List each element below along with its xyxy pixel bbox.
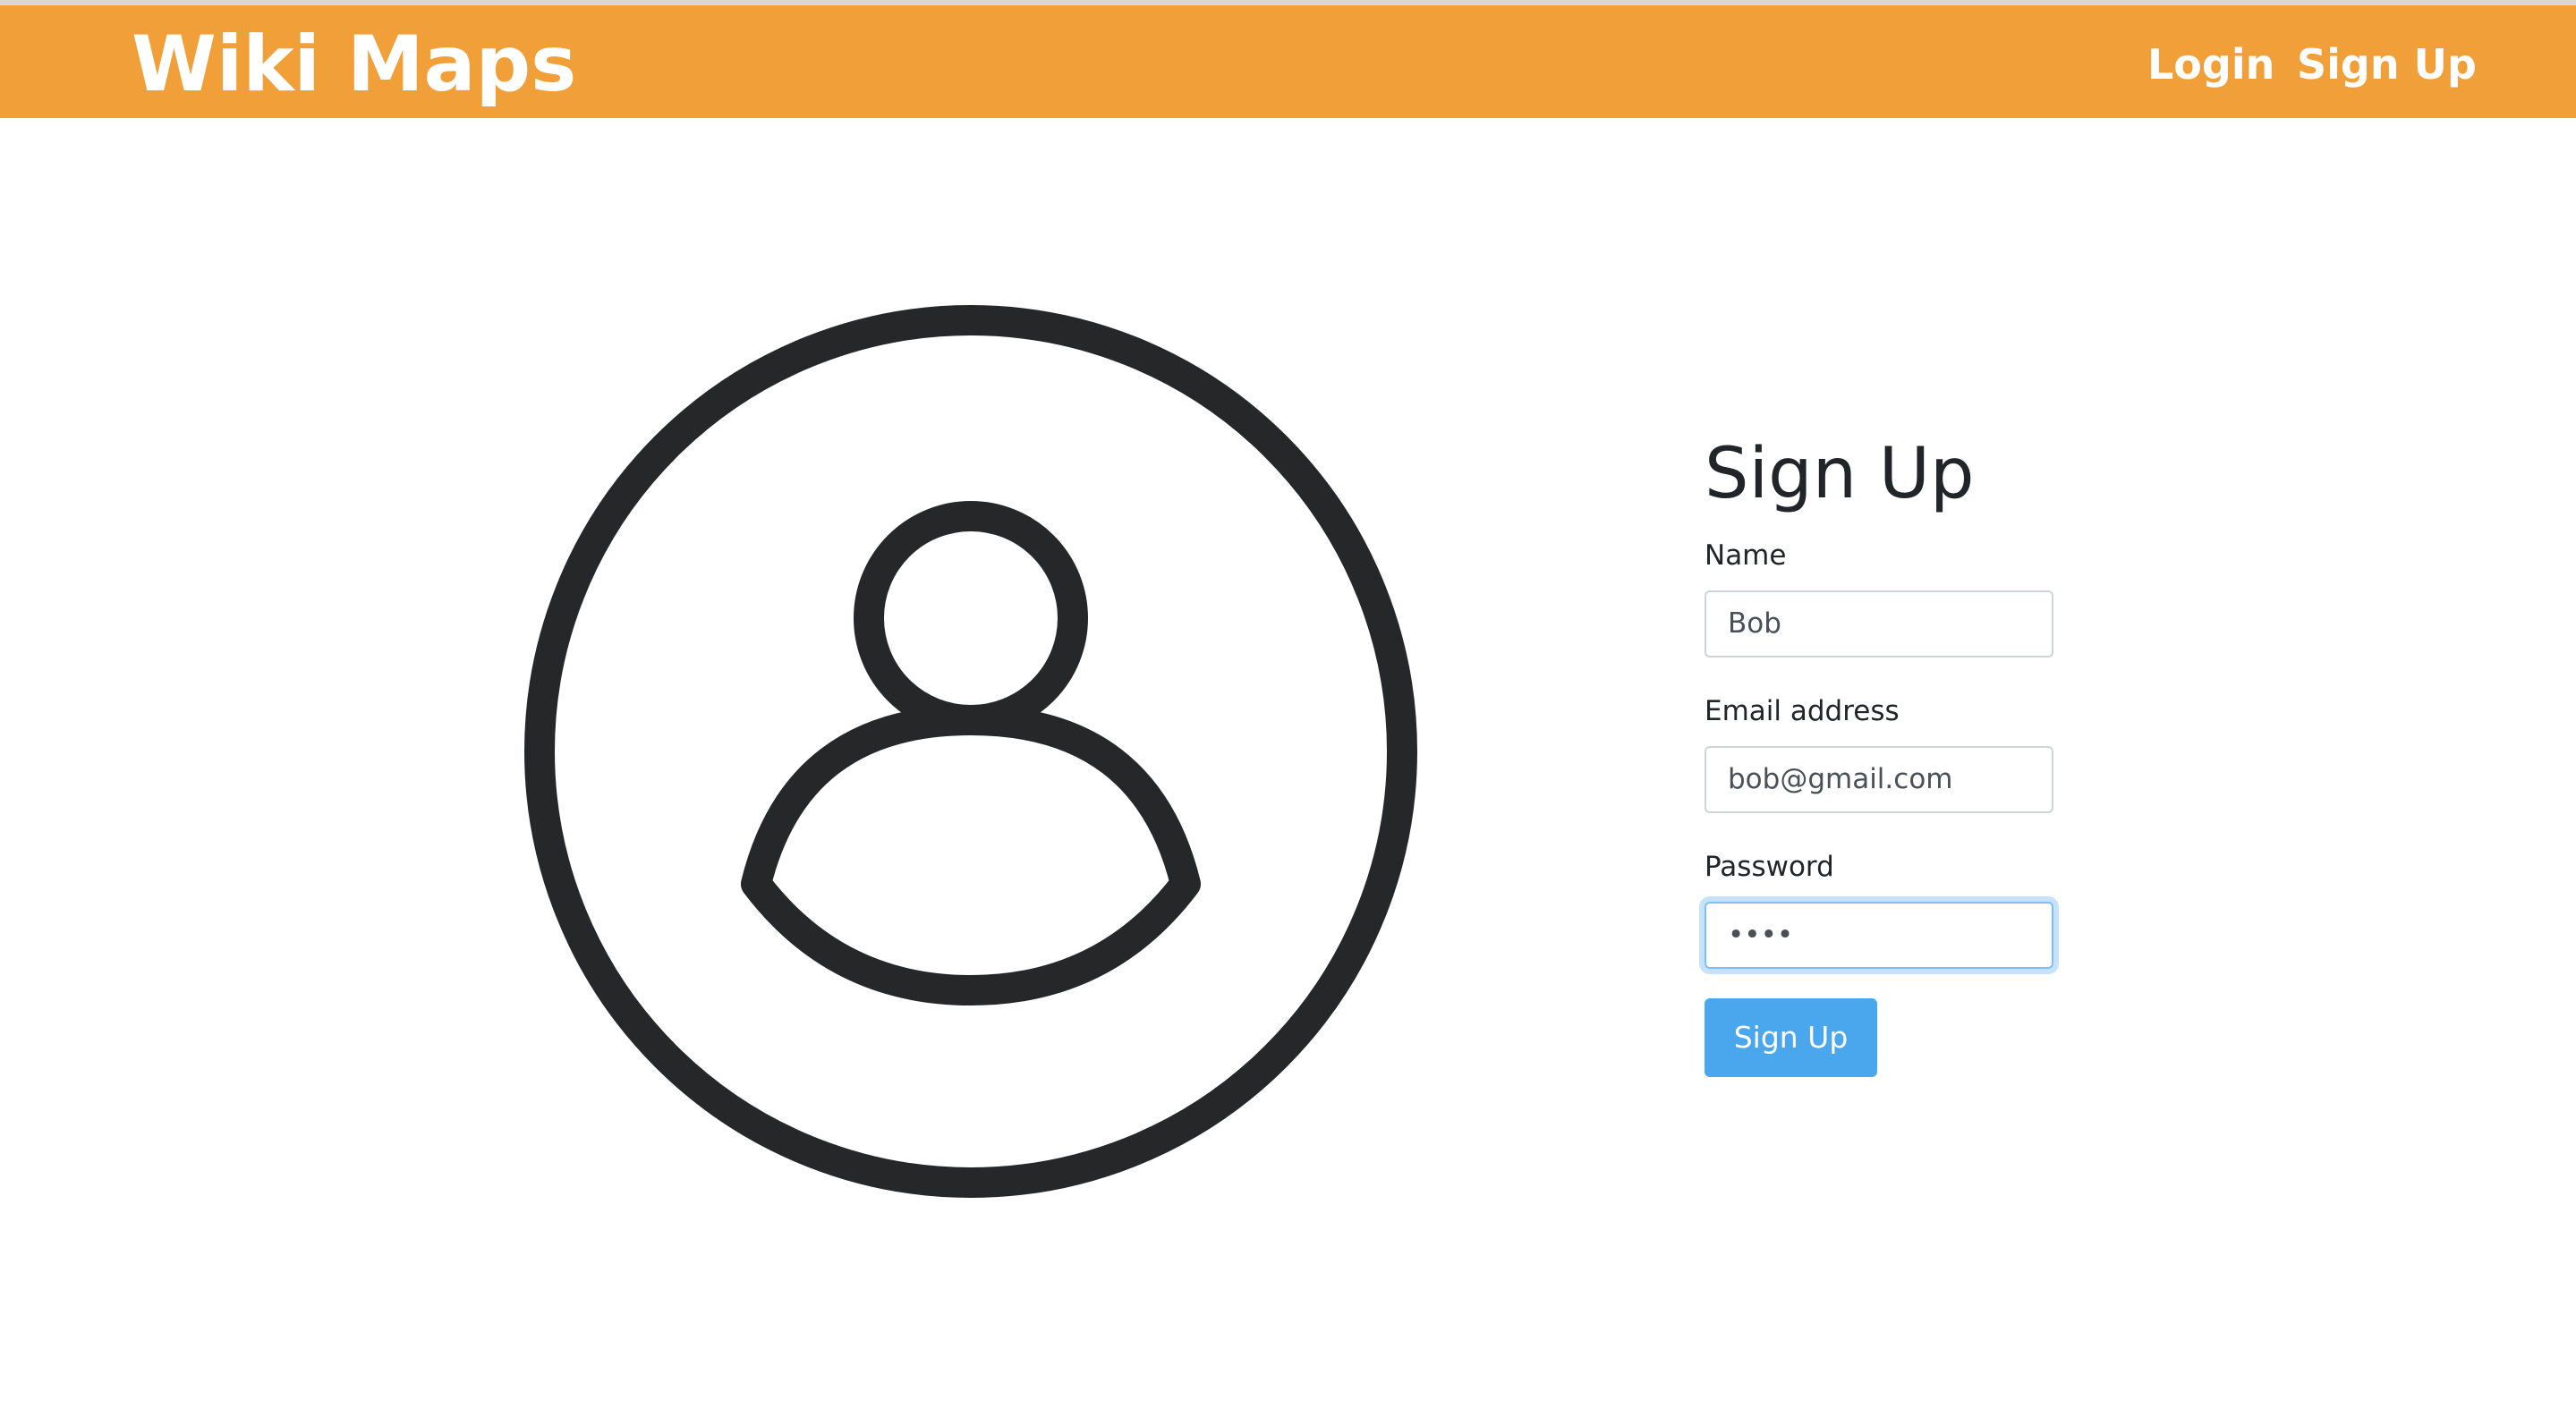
email-label: Email address <box>1705 695 1900 727</box>
nav-login-link[interactable]: Login <box>2147 38 2274 91</box>
name-label: Name <box>1705 539 1787 572</box>
name-input[interactable]: Bob <box>1705 590 2053 658</box>
password-label: Password <box>1705 851 1834 883</box>
brand-logo[interactable]: Wiki Maps <box>132 20 576 109</box>
avatar-body <box>741 705 1201 1005</box>
avatar-outer-circle <box>524 305 1417 1198</box>
navbar: Wiki Maps Login Sign Up <box>0 5 2576 118</box>
signup-submit-button[interactable]: Sign Up <box>1705 998 1877 1077</box>
email-input[interactable]: bob@gmail.com <box>1705 746 2053 813</box>
nav-signup-link[interactable]: Sign Up <box>2297 38 2477 91</box>
form-title: Sign Up <box>1705 434 1975 514</box>
password-input[interactable]: •••• <box>1705 902 2053 969</box>
user-circle-icon <box>524 305 1417 1198</box>
avatar-head <box>854 501 1088 735</box>
